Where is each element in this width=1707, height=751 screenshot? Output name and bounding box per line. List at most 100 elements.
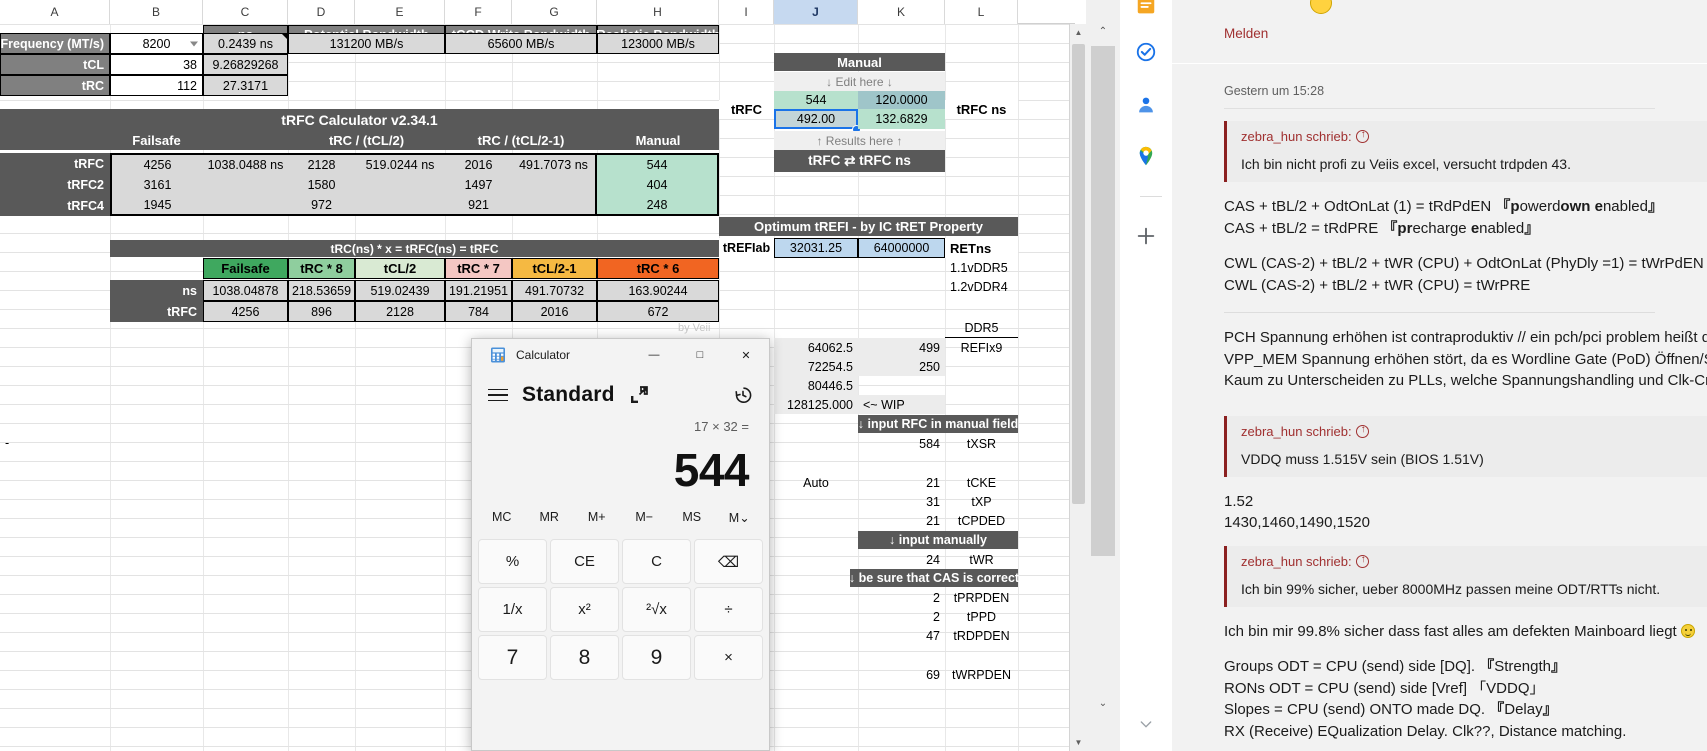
scrollbar-thumb[interactable]: [1072, 44, 1085, 504]
notes-icon[interactable]: [1130, 0, 1162, 22]
seven-button[interactable]: 7: [478, 635, 547, 680]
chevron-down-icon[interactable]: [1130, 708, 1162, 740]
clear-entry-button[interactable]: CE: [550, 539, 619, 584]
mult-r0-c3: 191.21951: [445, 280, 512, 301]
timing-value-twr[interactable]: 24: [858, 550, 945, 569]
mult-header-3: tRC * 7: [445, 258, 512, 279]
memory-add-button[interactable]: M+: [573, 510, 621, 524]
percent-button[interactable]: %: [478, 539, 547, 584]
mult-r0-c1: 218.53659: [288, 280, 355, 301]
manual-box-row2-right[interactable]: 132.6829: [858, 109, 945, 129]
scroll-down-icon[interactable]: ⌄: [1086, 688, 1120, 718]
maximize-button[interactable]: □: [677, 339, 723, 371]
timing-name-trdpden: tRDPDEN: [953, 628, 1010, 643]
timing-value-twrpden[interactable]: 69: [858, 665, 945, 684]
memory-store-button[interactable]: MS: [668, 510, 716, 524]
scroll-up-icon[interactable]: ⌃: [1086, 16, 1120, 46]
history-icon[interactable]: [731, 383, 755, 407]
jump-to-post-icon[interactable]: [1355, 423, 1370, 438]
col-header-j[interactable]: J: [774, 0, 858, 24]
mult-r1-c2: 2128: [355, 301, 445, 322]
keep-on-top-icon[interactable]: [629, 385, 649, 405]
backspace-button[interactable]: ⌫: [694, 539, 763, 584]
memory-recall-button[interactable]: MR: [526, 510, 574, 524]
jump-to-post-icon[interactable]: [1355, 128, 1370, 143]
manual-box-row1-right[interactable]: 120.0000: [858, 91, 945, 109]
col-header-k[interactable]: K: [858, 0, 945, 24]
col-header-a[interactable]: A: [0, 0, 110, 24]
timing-value-txp[interactable]: 31: [858, 492, 945, 511]
minimize-button[interactable]: —: [631, 339, 677, 371]
frequency-value-cell[interactable]: 8200: [110, 33, 203, 54]
trfc-calculator-title: tRFC Calculator v2.34.1: [0, 109, 719, 131]
col-header-b[interactable]: B: [110, 0, 203, 24]
trc-value[interactable]: 112: [110, 75, 203, 96]
trfc-manual-0[interactable]: 544: [597, 153, 719, 174]
calculator-titlebar[interactable]: Calculator — □ ✕: [472, 339, 769, 371]
multiply-button[interactable]: ×: [694, 635, 763, 680]
manual-box-row2-left-selected[interactable]: 492.00: [774, 109, 858, 129]
timing-value-tcke[interactable]: 21: [858, 473, 945, 492]
eight-button[interactable]: 8: [550, 635, 619, 680]
close-button[interactable]: ✕: [723, 339, 769, 371]
jump-to-post-icon[interactable]: [1355, 553, 1370, 568]
scroll-up-icon[interactable]: ▲: [1070, 24, 1086, 41]
maps-icon[interactable]: [1130, 140, 1162, 172]
timing-name-txsr: tXSR: [966, 436, 997, 451]
bold-fragment: 『p: [1495, 198, 1520, 215]
timing-value-tcpded[interactable]: 21: [858, 511, 945, 530]
timing-value-txsr[interactable]: 584: [858, 434, 945, 453]
mult-header-4: tCL/2-1: [512, 258, 597, 279]
contacts-icon[interactable]: [1130, 89, 1162, 121]
trefi-row-1-a: 72254.5: [774, 357, 858, 376]
trefi-row-0-c: REFIx9: [960, 340, 1003, 355]
menu-icon[interactable]: [488, 384, 510, 406]
col-header-f[interactable]: F: [445, 0, 512, 24]
trefi-row-0-a: 64062.5: [774, 338, 858, 357]
col-header-i[interactable]: I: [719, 0, 774, 24]
reciprocal-button[interactable]: 1/x: [478, 587, 547, 632]
calculator-window[interactable]: Calculator — □ ✕ Standard 17 × 32 = 544 …: [471, 338, 770, 751]
clear-button[interactable]: C: [622, 539, 691, 584]
report-link[interactable]: Melden: [1172, 0, 1707, 41]
col-header-d[interactable]: D: [288, 0, 355, 24]
browser-scrollbar-thumb[interactable]: [1091, 46, 1115, 556]
square-button[interactable]: x²: [550, 587, 619, 632]
trefi-value-2[interactable]: 64000000: [858, 238, 945, 258]
nine-button[interactable]: 9: [622, 635, 691, 680]
memory-clear-button[interactable]: MC: [478, 510, 526, 524]
col-header-g[interactable]: G: [512, 0, 597, 24]
trefi-value-1[interactable]: 32031.25: [774, 238, 858, 258]
trefi-row-3-b: <~ WIP: [858, 395, 945, 414]
browser-vertical-scrollbar[interactable]: ⌃ ⌄: [1086, 0, 1120, 751]
timing-value-tprpden[interactable]: 2: [858, 588, 945, 607]
divide-button[interactable]: ÷: [694, 587, 763, 632]
chevron-down-icon[interactable]: [190, 41, 198, 46]
square-root-button[interactable]: ²√x: [622, 587, 691, 632]
tcl-value[interactable]: 38: [110, 54, 203, 75]
trefi-label: tREFIab: [719, 238, 774, 258]
memory-dropdown-button[interactable]: M⌄: [716, 510, 764, 525]
timing-value-tppd[interactable]: 2: [858, 607, 945, 626]
col-header-h[interactable]: H: [597, 0, 719, 24]
post-line: VPP_MEM Spannung erhöhen stört, da es Wo…: [1224, 350, 1707, 368]
mult-row-label-0: ns: [110, 280, 203, 301]
add-icon[interactable]: [1130, 220, 1162, 252]
trefi-title: Optimum tREFI - by IC tRET Property: [719, 217, 1018, 236]
trc-row-label: tRC: [0, 75, 110, 96]
trfc-manual-2[interactable]: 248: [597, 195, 719, 216]
memory-subtract-button[interactable]: M−: [621, 510, 669, 524]
col-header-l[interactable]: L: [945, 0, 1018, 24]
scroll-down-icon[interactable]: ▼: [1070, 734, 1086, 751]
trfc-half-0: 2128: [288, 153, 355, 174]
trfc-manual-1[interactable]: 404: [597, 174, 719, 195]
timing-value-trdpden[interactable]: 47: [858, 626, 945, 645]
divider: [1224, 108, 1655, 109]
col-header-e[interactable]: E: [355, 0, 445, 24]
manual-box-row1-left[interactable]: 544: [774, 91, 858, 109]
mult-r0-c4: 491.70732: [512, 280, 597, 301]
spreadsheet-vertical-scrollbar[interactable]: ▲ ▼: [1069, 24, 1086, 751]
tasks-icon[interactable]: [1130, 36, 1162, 68]
col-header-c[interactable]: C: [203, 0, 288, 24]
trefi-row-2-a: 80446.5: [774, 376, 858, 395]
